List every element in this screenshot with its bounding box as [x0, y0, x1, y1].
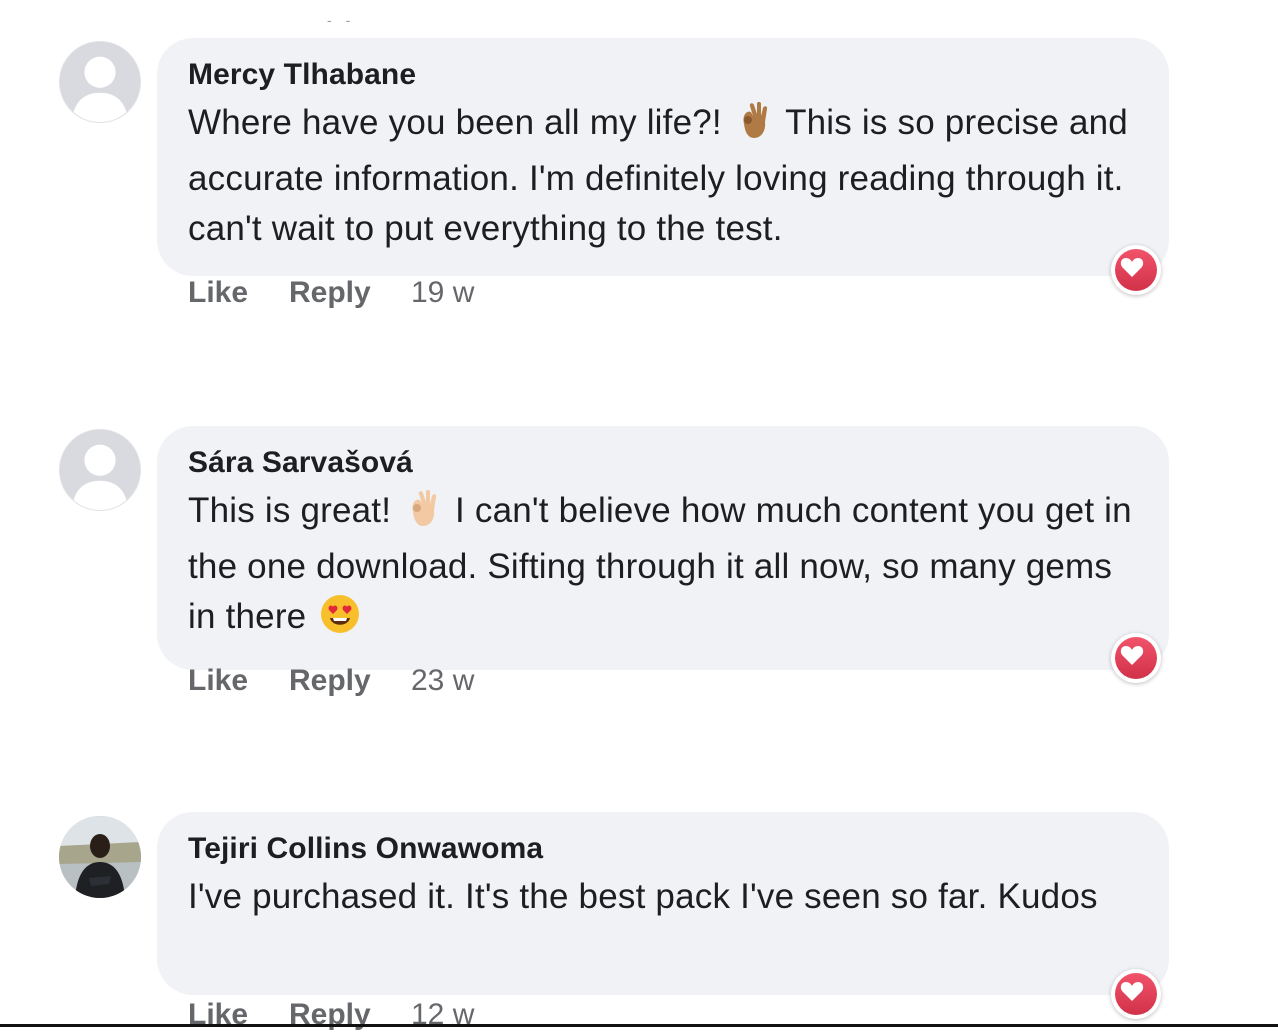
like-button[interactable]: Like [188, 664, 289, 698]
profile-photo-icon [59, 816, 141, 898]
comment-author[interactable]: Mercy Tlhabane [188, 56, 1139, 94]
comment-bubble: Sára Sarvašová This is great! I can't be… [157, 426, 1169, 670]
avatar[interactable] [59, 816, 141, 898]
heart-reaction-badge[interactable] [1111, 969, 1161, 1019]
heart-reaction-icon [1120, 646, 1144, 665]
comment-text: This is great! I can't believe how much … [188, 486, 1139, 648]
comment-timestamp[interactable]: 19 w [411, 276, 474, 310]
comment-timestamp[interactable]: 23 w [411, 664, 474, 698]
avatar[interactable] [59, 429, 141, 511]
comment-author[interactable]: Tejiri Collins Onwawoma [188, 830, 1139, 868]
ok-hand-emoji-icon [736, 101, 772, 154]
reply-button[interactable]: Reply [289, 664, 411, 698]
comment-text: I've purchased it. It's the best pack I'… [188, 877, 1098, 916]
reply-button[interactable]: Reply [289, 276, 411, 310]
default-avatar-icon [60, 42, 140, 122]
ok-hand-emoji-icon [405, 489, 441, 542]
comment-text-part: Where have you been all my life?! [188, 103, 722, 142]
bottom-divider [0, 1024, 1278, 1027]
heart-reaction-icon [1120, 258, 1144, 277]
comment-text: Where have you been all my life?! This i… [188, 98, 1139, 254]
heart-eyes-emoji-icon [320, 594, 360, 648]
heart-reaction-icon [1120, 982, 1144, 1001]
comment-bubble: Mercy Tlhabane Where have you been all m… [157, 38, 1169, 276]
comment-actions: Like Reply 23 w [188, 664, 474, 698]
comment-bubble: Tejiri Collins Onwawoma I've purchased i… [157, 812, 1169, 995]
like-button[interactable]: Like [188, 276, 289, 310]
heart-reaction-badge[interactable] [1111, 633, 1161, 683]
heart-reaction-badge[interactable] [1111, 245, 1161, 295]
comment-author[interactable]: Sára Sarvašová [188, 444, 1139, 482]
avatar[interactable] [59, 41, 141, 123]
comment-actions: Like Reply 19 w [188, 276, 474, 310]
comment-text-part: This is great! [188, 491, 392, 530]
top-divider-dashes: -- [327, 12, 365, 28]
default-avatar-icon [60, 430, 140, 510]
